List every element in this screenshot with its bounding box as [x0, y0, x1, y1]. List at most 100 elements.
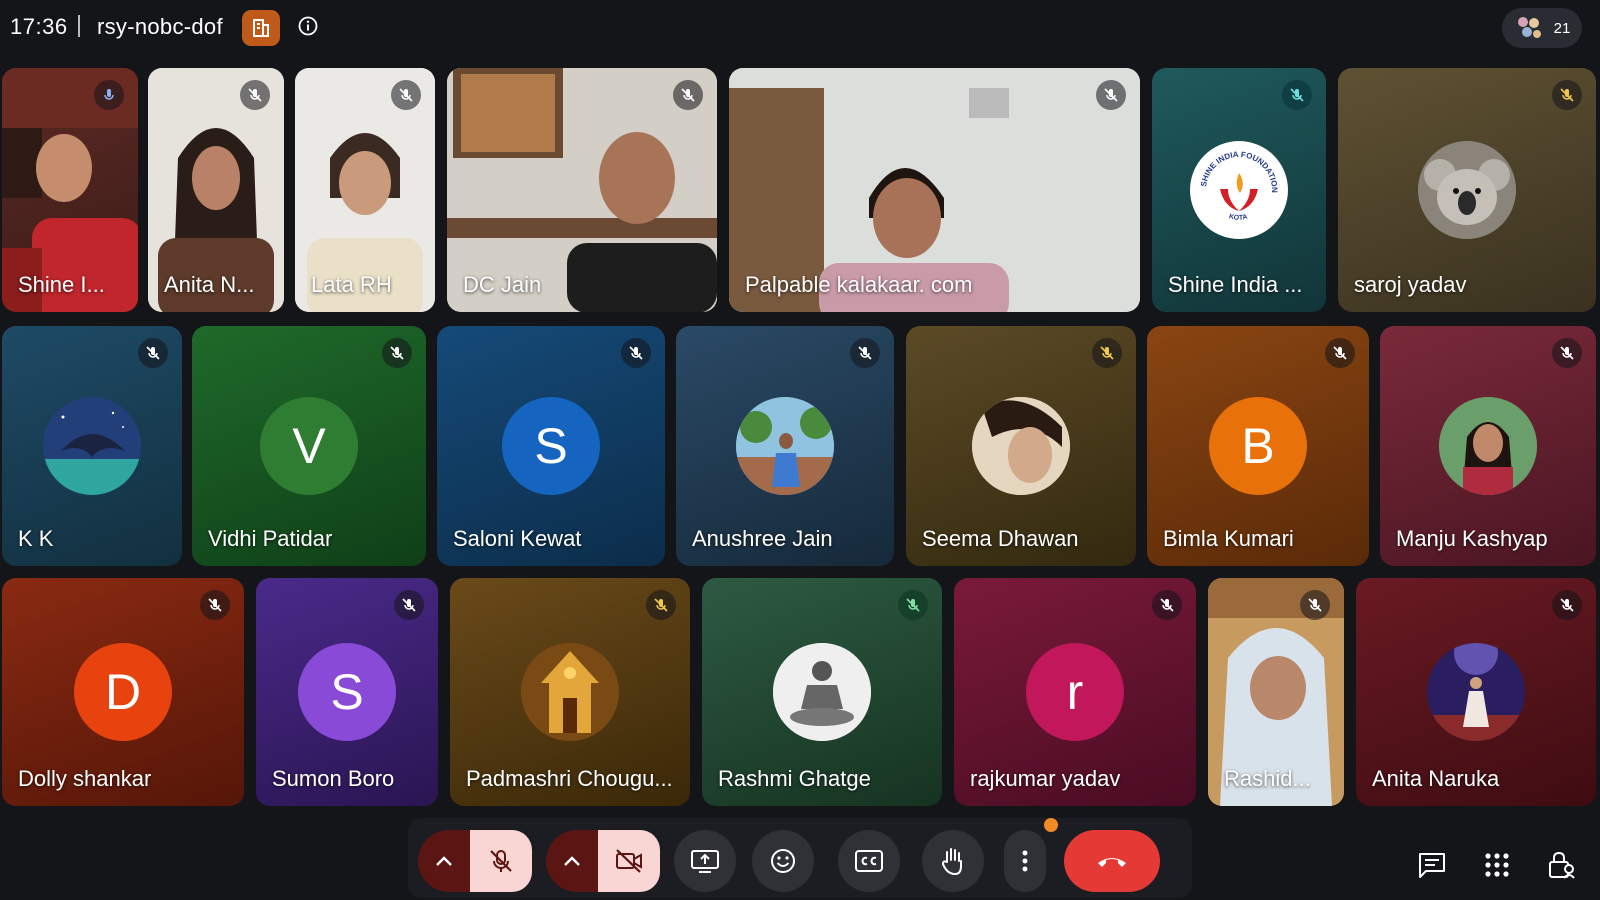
video-tile[interactable]: Palpable kalakaar. com [729, 68, 1140, 312]
video-tile[interactable]: r rajkumar yadav [954, 578, 1196, 806]
meeting-time: 17:36 [10, 14, 68, 39]
avatar [1427, 643, 1525, 741]
video-tile[interactable]: V Vidhi Patidar [192, 326, 426, 566]
info-icon[interactable] [298, 16, 318, 36]
mic-off-icon [646, 590, 676, 620]
video-tile[interactable]: Manju Kashyap [1380, 326, 1596, 566]
participant-name: K K [18, 526, 54, 551]
video-tile[interactable]: Lata RH [295, 68, 435, 312]
chat-icon [1419, 853, 1445, 878]
video-tile[interactable]: saroj yadav [1338, 68, 1596, 312]
mic-off-icon [1552, 338, 1582, 368]
avatar: SHINE INDIA FOUNDATION KOTA [1190, 141, 1288, 239]
present-screen-button[interactable] [674, 830, 736, 892]
video-options-button[interactable] [546, 830, 598, 892]
mic-off-icon [138, 338, 168, 368]
video-tile[interactable]: S Sumon Boro [256, 578, 438, 806]
apps-grid-icon [1485, 853, 1509, 877]
more-options-button[interactable] [1004, 830, 1046, 892]
mic-off-icon [1552, 80, 1582, 110]
people-icon [1517, 17, 1541, 38]
activities-button[interactable] [1480, 848, 1514, 882]
video-tile[interactable]: DC Jain [447, 68, 717, 312]
video-tile[interactable]: K K [2, 326, 182, 566]
building-icon [253, 19, 269, 37]
mic-off-icon [1152, 590, 1182, 620]
end-call-icon [1098, 858, 1126, 867]
host-controls-badge[interactable] [242, 10, 280, 46]
participant-name: Bimla Kumari [1163, 526, 1294, 551]
mic-off-icon [898, 590, 928, 620]
mic-off-icon [1092, 338, 1122, 368]
participant-name: Vidhi Patidar [208, 526, 333, 551]
avatar [972, 397, 1070, 495]
video-tile[interactable]: S Saloni Kewat [437, 326, 665, 566]
participant-count: 21 [1553, 19, 1571, 37]
mic-off-icon [382, 338, 412, 368]
video-tile[interactable]: Rashid... [1208, 578, 1344, 806]
mic-off-icon [1552, 590, 1582, 620]
avatar [773, 643, 871, 741]
leave-call-button[interactable] [1064, 830, 1160, 892]
mic-off-icon [394, 590, 424, 620]
mic-off-icon [391, 80, 421, 110]
video-tile[interactable]: Rashmi Ghatge [702, 578, 942, 806]
captions-button[interactable] [838, 830, 900, 892]
chevron-up-icon [564, 856, 580, 866]
avatar: V [260, 397, 358, 495]
present-screen-icon [691, 850, 719, 873]
mic-off-icon [850, 338, 880, 368]
participant-name: rajkumar yadav [970, 766, 1121, 791]
participant-name: Seema Dhawan [922, 526, 1079, 551]
video-tile[interactable]: Shine I... [2, 68, 138, 312]
camera-toggle-button[interactable] [598, 830, 660, 892]
participant-name: Shine I... [18, 272, 105, 297]
top-bar: 17:36 rsy-nobc-dof 21 [0, 0, 1600, 56]
meeting-code[interactable]: rsy-nobc-dof [97, 14, 223, 40]
host-controls-button[interactable] [1544, 848, 1578, 882]
avatar: D [74, 643, 172, 741]
participant-name: Padmashri Chougu... [466, 766, 673, 791]
participant-name: saroj yadav [1354, 272, 1467, 297]
svg-text:KOTA: KOTA [1228, 213, 1248, 222]
participant-name: DC Jain [463, 272, 542, 297]
reactions-button[interactable] [752, 830, 814, 892]
video-tile[interactable]: D Dolly shankar [2, 578, 244, 806]
video-tile[interactable]: Padmashri Chougu... [450, 578, 690, 806]
raise-hand-button[interactable] [922, 830, 984, 892]
mic-off-icon [240, 80, 270, 110]
participant-name: Shine India ... [1168, 272, 1303, 297]
shine-india-foundation-logo: SHINE INDIA FOUNDATION KOTA [1199, 150, 1279, 222]
captions-icon [855, 850, 883, 872]
avatar: r [1026, 643, 1124, 741]
avatar [736, 397, 834, 495]
koala-image [1418, 141, 1516, 239]
mic-off-icon [621, 338, 651, 368]
notification-dot [1044, 818, 1058, 832]
manta-ray-image [43, 397, 141, 495]
microphone-toggle-button[interactable] [470, 830, 532, 892]
mic-off-icon [1300, 590, 1330, 620]
video-tile[interactable]: Anita N... [148, 68, 284, 312]
video-tile[interactable]: Seema Dhawan [906, 326, 1136, 566]
lock-person-icon [1549, 851, 1575, 879]
audio-options-button[interactable] [418, 830, 470, 892]
video-tile[interactable]: SHINE INDIA FOUNDATION KOTA Shine India … [1152, 68, 1326, 312]
avatar: B [1209, 397, 1307, 495]
participants-button[interactable]: 21 [1502, 8, 1582, 48]
participant-name: Dolly shankar [18, 766, 152, 791]
mic-off-icon [1282, 80, 1312, 110]
video-tile[interactable]: Anita Naruka [1356, 578, 1596, 806]
profile-photo [736, 397, 834, 495]
avatar [1418, 141, 1516, 239]
avatar [521, 643, 619, 741]
avatar: S [502, 397, 600, 495]
video-tile[interactable]: B Bimla Kumari [1147, 326, 1369, 566]
divider [78, 15, 80, 37]
mic-off-icon [1325, 338, 1355, 368]
mic-speaking-icon [94, 80, 124, 110]
mic-off-icon [490, 850, 512, 872]
video-tile[interactable]: Anushree Jain [676, 326, 894, 566]
chat-button[interactable] [1415, 848, 1449, 882]
avatar [1439, 397, 1537, 495]
